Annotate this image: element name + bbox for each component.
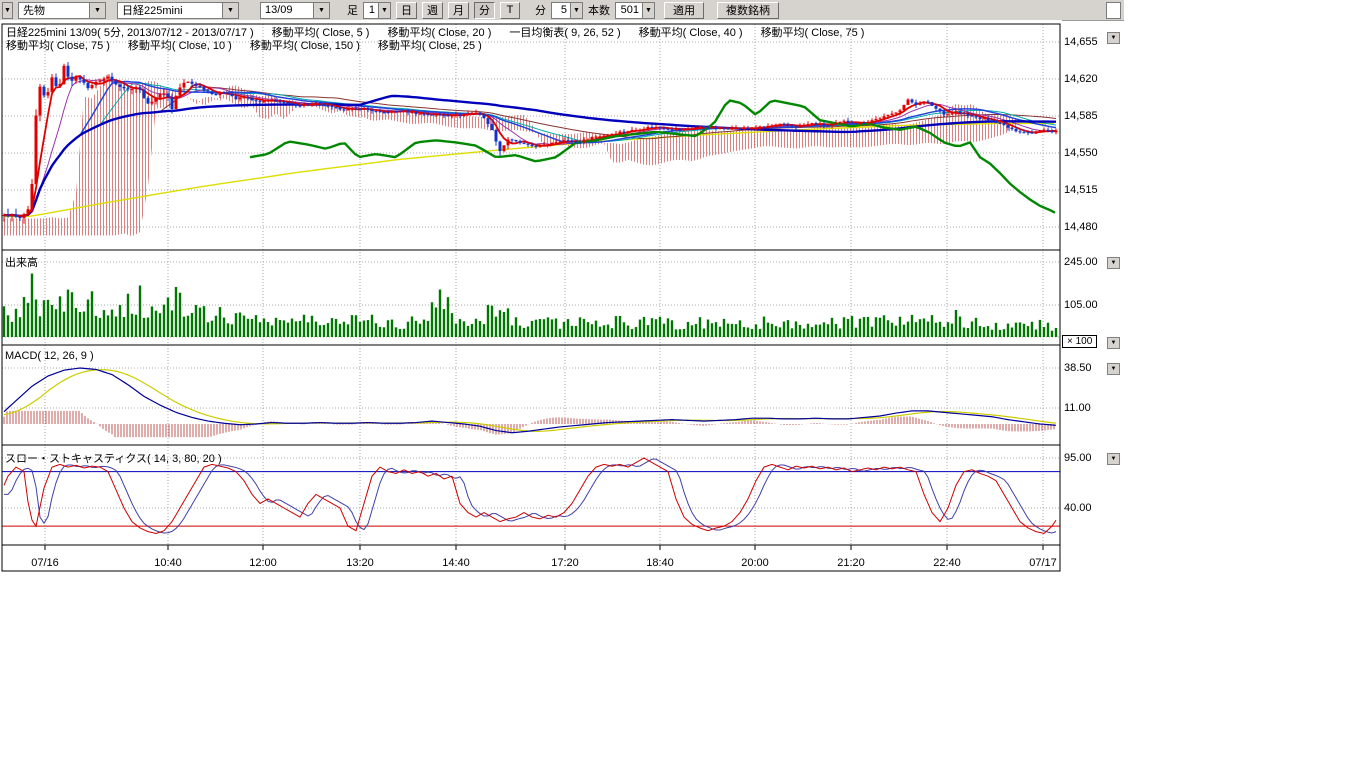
period-tick-button[interactable]: T — [500, 2, 520, 19]
bars-count-value: 501 — [616, 4, 642, 16]
pane-scale-dropdown-button[interactable]: ▼ — [1107, 363, 1120, 375]
pane-scale-dropdown-button[interactable]: ▼ — [1107, 337, 1120, 349]
minutes-value: 5 — [552, 4, 570, 16]
bars-count-label: 本数 — [588, 2, 610, 18]
pane-scale-dropdown-button[interactable]: ▼ — [1107, 257, 1120, 269]
volume-axis-label: 245.00 — [1064, 256, 1098, 268]
macd-pane-label: MACD( 12, 26, 9 ) — [5, 350, 94, 362]
time-axis-label: 18:40 — [636, 557, 684, 569]
chevron-down-icon: ▼ — [3, 3, 12, 18]
legend-item: 一目均衡表( 9, 26, 52 ) — [509, 27, 620, 39]
time-axis-label: 07/16 — [21, 557, 69, 569]
period-week-button[interactable]: 週 — [422, 2, 443, 19]
chevron-down-icon: ▼ — [378, 3, 390, 18]
chevron-down-icon: ▼ — [313, 3, 329, 18]
toolbar: ▼ 先物 ▼ 日経225mini ▼ 13/09 ▼ 足 1 ▼ 日 週 月 分… — [0, 0, 1124, 21]
symbol-select[interactable]: 日経225mini ▼ — [117, 2, 239, 19]
price-axis-label: 14,585 — [1064, 110, 1098, 122]
time-axis-label: 10:40 — [144, 557, 192, 569]
bar-type-label: 足 — [347, 2, 358, 18]
period-day-button[interactable]: 日 — [396, 2, 417, 19]
contract-select-value: 13/09 — [261, 4, 313, 16]
chart-area: 日経225mini 13/09( 5分, 2013/07/12 - 2013/0… — [0, 20, 1140, 582]
legend-item: 移動平均( Close, 75 ) — [761, 27, 865, 39]
multi-symbol-button[interactable]: 複数銘柄 — [717, 2, 779, 19]
toolbar-mini-dropdown[interactable]: ▼ — [2, 2, 13, 19]
apply-button[interactable]: 適用 — [664, 2, 704, 19]
contract-select[interactable]: 13/09 ▼ — [260, 2, 330, 19]
chevron-down-icon: ▼ — [89, 3, 105, 18]
time-axis-label: 14:40 — [432, 557, 480, 569]
time-axis-label: 13:20 — [336, 557, 384, 569]
price-axis-label: 14,480 — [1064, 221, 1098, 233]
volume-axis-label: 105.00 — [1064, 299, 1098, 311]
volume-pane-label: 出来高 — [5, 254, 38, 270]
bar-count-value: 1 — [364, 4, 378, 16]
period-minute-button[interactable]: 分 — [474, 2, 495, 19]
minutes-label: 分 — [535, 2, 546, 18]
time-axis-label: 17:20 — [541, 557, 589, 569]
price-axis-label: 14,620 — [1064, 73, 1098, 85]
legend-item: 移動平均( Close, 75 ) — [6, 40, 110, 52]
legend-item: 移動平均( Close, 25 ) — [378, 40, 482, 52]
bars-count-input[interactable]: 501 ▼ — [615, 2, 655, 19]
category-select[interactable]: 先物 ▼ — [18, 2, 106, 19]
symbol-select-value: 日経225mini — [118, 2, 222, 18]
time-axis-label: 12:00 — [239, 557, 287, 569]
stoch-pane-label: スロー・ストキャスティクス( 14, 3, 80, 20 ) — [5, 450, 222, 466]
bar-count-input[interactable]: 1 ▼ — [363, 2, 391, 19]
macd-axis-label: 38.50 — [1064, 362, 1092, 374]
volume-multiplier-badge: × 100 — [1062, 335, 1097, 348]
legend-item: 移動平均( Close, 40 ) — [639, 27, 743, 39]
price-axis-label: 14,550 — [1064, 147, 1098, 159]
chevron-down-icon: ▼ — [222, 3, 238, 18]
stoch-axis-label: 95.00 — [1064, 452, 1092, 464]
price-axis-label: 14,655 — [1064, 36, 1098, 48]
toolbar-end-box — [1106, 2, 1121, 19]
macd-axis-label: 11.00 — [1064, 402, 1091, 414]
pane-scale-dropdown-button[interactable]: ▼ — [1107, 453, 1120, 465]
minutes-input[interactable]: 5 ▼ — [551, 2, 583, 19]
legend-item: 移動平均( Close, 150 ) — [250, 40, 360, 52]
pane-scale-dropdown-button[interactable]: ▼ — [1107, 32, 1120, 44]
legend-item: 移動平均( Close, 10 ) — [128, 40, 232, 52]
category-select-value: 先物 — [19, 2, 89, 18]
time-axis-label: 20:00 — [731, 557, 779, 569]
chevron-down-icon: ▼ — [570, 3, 582, 18]
time-axis-label: 21:20 — [827, 557, 875, 569]
time-axis-label: 07/17 — [1019, 557, 1067, 569]
price-chart-canvas[interactable] — [0, 20, 1140, 582]
price-axis-label: 14,515 — [1064, 184, 1098, 196]
indicator-legend-row2: 移動平均( Close, 75 ) 移動平均( Close, 10 ) 移動平均( … — [6, 37, 500, 53]
stoch-axis-label: 40.00 — [1064, 502, 1092, 514]
chevron-down-icon: ▼ — [642, 3, 654, 18]
time-axis-label: 22:40 — [923, 557, 971, 569]
period-month-button[interactable]: 月 — [448, 2, 469, 19]
